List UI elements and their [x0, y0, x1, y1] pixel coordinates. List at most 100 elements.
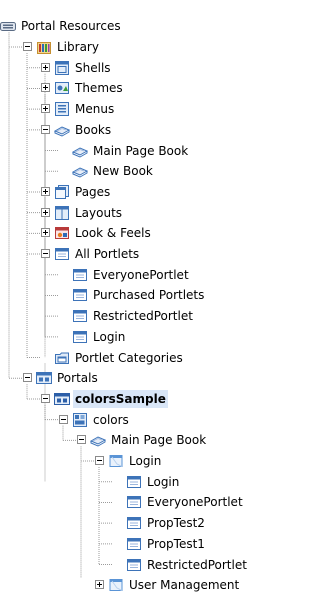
expand-plus-icon[interactable] — [41, 186, 50, 196]
tree-node-label: Main Page Book — [111, 433, 207, 448]
collapse-minus-icon[interactable] — [23, 373, 32, 383]
tree-node-label: Main Page Book — [93, 143, 189, 158]
expand-plus-icon[interactable] — [41, 62, 50, 72]
tree-node-label: All Portlets — [75, 247, 140, 262]
tree-node-label: Portlet Categories — [75, 350, 183, 365]
tree-node-label: PropTest1 — [147, 536, 205, 551]
collapse-minus-icon[interactable] — [41, 393, 50, 403]
tree-node-label: New Book — [93, 164, 153, 179]
tree-node-label: Portal Resources — [21, 19, 121, 34]
page-icon — [108, 577, 124, 593]
themes-icon — [54, 80, 70, 96]
tree-node-proptest2[interactable]: PropTest2 — [108, 513, 207, 533]
collapse-minus-icon[interactable] — [41, 124, 50, 134]
tree-node-login-page-restricted-portlet[interactable]: RestrictedPortlet — [108, 555, 249, 575]
portlet-icon — [126, 557, 142, 573]
portlet-icon — [126, 474, 142, 490]
shells-icon — [54, 60, 70, 76]
tree-node-label: Pages — [75, 184, 111, 199]
tree-node-library[interactable]: Library — [18, 37, 101, 57]
portlet-icon — [72, 329, 88, 345]
tree-node-portal-resources[interactable]: Portal Resources — [0, 16, 123, 36]
collapse-minus-icon[interactable] — [23, 42, 32, 52]
desktop-icon — [72, 412, 88, 428]
expand-plus-icon[interactable] — [41, 104, 50, 114]
collapse-minus-icon[interactable] — [95, 456, 104, 466]
tree-node-login-page-login[interactable]: Login — [108, 472, 181, 492]
expand-plus-icon[interactable] — [41, 207, 50, 217]
tree-node-themes[interactable]: Themes — [36, 78, 125, 98]
tree-node-label: Themes — [75, 81, 123, 96]
tree-node-label: colorsSample — [73, 389, 168, 408]
tree-node-proptest1[interactable]: PropTest1 — [108, 534, 207, 554]
tree-node-login-page-everyone-portlet[interactable]: EveryonePortlet — [108, 492, 245, 512]
portlet-icon — [126, 494, 142, 510]
portals-icon — [36, 370, 52, 386]
portal-resources-tree[interactable]: Portal Resources Library Shells Themes Menus… — [0, 0, 289, 592]
tree-node-label: Layouts — [75, 205, 123, 220]
tree-node-look-and-feels[interactable]: Look & Feels — [36, 223, 153, 243]
expand-plus-icon[interactable] — [41, 83, 50, 93]
tree-node-label: EveryonePortlet — [93, 267, 189, 282]
tree-node-pages[interactable]: Pages — [36, 182, 112, 202]
collapse-minus-icon[interactable] — [77, 435, 86, 445]
expand-plus-icon[interactable] — [41, 228, 50, 238]
tree-node-menus[interactable]: Menus — [36, 99, 116, 119]
tree-node-purchased-portlets[interactable]: Purchased Portlets — [54, 285, 206, 305]
tree-node-colors-sample[interactable]: colorsSample — [36, 389, 168, 409]
tree-node-label: Login — [93, 329, 126, 344]
book-icon — [89, 432, 107, 448]
menus-icon — [54, 101, 70, 117]
layouts-icon — [54, 205, 70, 221]
tree-node-label: Library — [57, 40, 99, 55]
tree-node-colors[interactable]: colors — [54, 410, 131, 430]
tree-node-label: Login — [147, 474, 180, 489]
books-icon — [53, 122, 71, 138]
portlet-categories-icon — [54, 350, 70, 366]
tree-node-login-page[interactable]: Login — [90, 451, 163, 471]
tree-node-label: Purchased Portlets — [93, 288, 205, 303]
tree-node-label: Books — [75, 122, 112, 137]
portlet-icon — [126, 536, 142, 552]
tree-node-new-book[interactable]: New Book — [54, 161, 155, 181]
tree-node-shells[interactable]: Shells — [36, 58, 113, 78]
pages-icon — [54, 184, 70, 200]
portlet-icon — [72, 267, 88, 283]
tree-node-label: Portals — [57, 371, 98, 386]
tree-node-label: PropTest2 — [147, 516, 205, 531]
tree-node-all-portlets[interactable]: All Portlets — [36, 244, 141, 264]
portlet-icon — [126, 515, 142, 531]
library-icon — [36, 39, 52, 55]
book-icon — [71, 163, 89, 179]
tree-node-portlet-categories[interactable]: Portlet Categories — [36, 348, 185, 368]
portal-resources-icon — [0, 18, 16, 34]
tree-node-user-management[interactable]: User Management — [90, 575, 241, 595]
expand-plus-icon[interactable] — [95, 580, 104, 590]
tree-node-layouts[interactable]: Layouts — [36, 203, 124, 223]
tree-node-label: colors — [93, 412, 129, 427]
portlet-icon — [72, 308, 88, 324]
tree-node-label: Menus — [75, 102, 115, 117]
tree-node-books[interactable]: Books — [36, 120, 113, 140]
tree-node-label: EveryonePortlet — [147, 495, 243, 510]
portlets-icon — [54, 246, 70, 262]
tree-node-label: Shells — [75, 60, 111, 75]
tree-node-desktop-main-page-book[interactable]: Main Page Book — [72, 430, 208, 450]
tree-node-restricted-portlet[interactable]: RestrictedPortlet — [54, 306, 195, 326]
book-icon — [71, 143, 89, 159]
tree-node-label: Look & Feels — [75, 226, 151, 241]
collapse-minus-icon[interactable] — [41, 249, 50, 259]
tree-node-login-portlet[interactable]: Login — [54, 327, 127, 347]
tree-node-label: RestrictedPortlet — [147, 557, 247, 572]
tree-node-label: User Management — [129, 578, 240, 593]
portal-icon — [54, 391, 70, 407]
look-and-feels-icon — [54, 225, 70, 241]
tree-node-label: Login — [129, 454, 162, 469]
tree-node-main-page-book[interactable]: Main Page Book — [54, 141, 190, 161]
portlet-icon — [72, 287, 88, 303]
collapse-minus-icon[interactable] — [59, 414, 68, 424]
tree-node-everyone-portlet[interactable]: EveryonePortlet — [54, 265, 191, 285]
tree-node-label: RestrictedPortlet — [93, 309, 193, 324]
tree-node-portals[interactable]: Portals — [18, 368, 100, 388]
page-icon — [108, 453, 124, 469]
